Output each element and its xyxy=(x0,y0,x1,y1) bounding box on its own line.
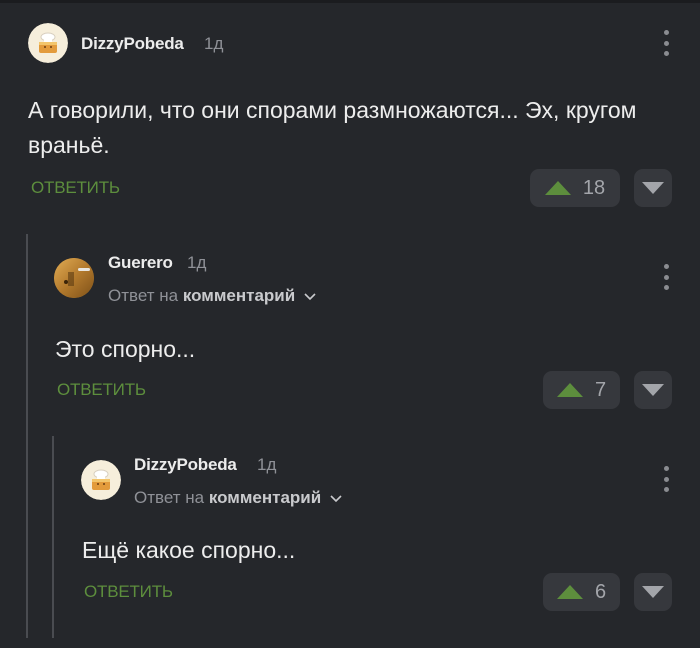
username[interactable]: DizzyPobeda xyxy=(134,455,237,475)
downvote-button[interactable] xyxy=(634,169,672,207)
reply-button[interactable]: ОТВЕТИТЬ xyxy=(57,380,146,400)
reply-to-target[interactable]: комментарий xyxy=(209,488,321,507)
avatar[interactable] xyxy=(54,258,94,298)
reply-to-prefix: Ответ на xyxy=(108,286,179,305)
upvote-arrow-icon xyxy=(544,181,571,195)
more-vertical-icon[interactable] xyxy=(662,30,670,56)
upvote-button[interactable]: 18 xyxy=(530,169,620,207)
reply-to-target[interactable]: комментарий xyxy=(183,286,295,305)
top-divider xyxy=(0,0,700,3)
downvote-arrow-icon xyxy=(642,586,664,598)
username[interactable]: Guerero xyxy=(108,253,173,273)
chef-cake-icon xyxy=(81,460,121,500)
upvote-arrow-icon xyxy=(556,585,583,599)
downvote-arrow-icon xyxy=(642,384,664,396)
downvote-arrow-icon xyxy=(642,182,664,194)
timestamp: 1д xyxy=(257,455,277,474)
avatar[interactable] xyxy=(81,460,121,500)
comment-text: Ещё какое спорно... xyxy=(82,537,296,563)
reply-to-line[interactable]: Ответ на комментарий xyxy=(108,286,316,306)
comment-text: А говорили, что они спорами размножаются… xyxy=(28,97,637,158)
reply-to-line[interactable]: Ответ на комментарий xyxy=(134,488,342,508)
upvote-button[interactable]: 6 xyxy=(543,573,620,611)
rating-count: 6 xyxy=(594,580,607,603)
reply-button[interactable]: ОТВЕТИТЬ xyxy=(31,178,120,198)
chevron-down-icon[interactable] xyxy=(304,292,316,301)
chevron-down-icon[interactable] xyxy=(330,494,342,503)
rating-count: 7 xyxy=(594,378,607,401)
reply-button[interactable]: ОТВЕТИТЬ xyxy=(84,582,173,602)
username[interactable]: DizzyPobeda xyxy=(81,34,184,54)
timestamp: 1д xyxy=(187,253,207,272)
upvote-arrow-icon xyxy=(556,383,583,397)
thread-line-level-2[interactable] xyxy=(52,436,54,638)
more-vertical-icon[interactable] xyxy=(662,264,670,290)
wooden-door-icon xyxy=(54,258,94,298)
more-vertical-icon[interactable] xyxy=(662,466,670,492)
upvote-button[interactable]: 7 xyxy=(543,371,620,409)
reply-to-prefix: Ответ на xyxy=(134,488,205,507)
rating-count: 18 xyxy=(582,176,606,199)
downvote-button[interactable] xyxy=(634,573,672,611)
downvote-button[interactable] xyxy=(634,371,672,409)
thread-line-level-1[interactable] xyxy=(26,234,28,638)
chef-cake-icon xyxy=(28,23,68,63)
comment-text: Это спорно... xyxy=(55,336,196,362)
avatar[interactable] xyxy=(28,23,68,63)
timestamp: 1д xyxy=(204,34,224,53)
